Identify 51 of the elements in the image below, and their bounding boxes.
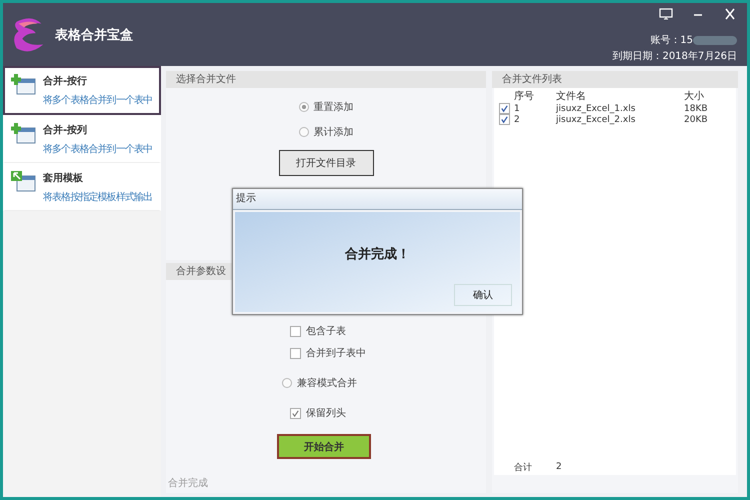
sidebar-item-subtitle: 将表格按指定模板样式输出 xyxy=(43,190,152,204)
checkbox[interactable] xyxy=(290,326,301,336)
table-cell-text: jisuxz_Excel_1.xls xyxy=(556,104,636,114)
expiry-date: 到期日期：2018年7月26日 xyxy=(612,50,737,63)
checkbox-label: 保留列头 xyxy=(306,406,346,420)
sidebar-item[interactable]: 合并-按列 将多个表格合并到一个表中 xyxy=(3,115,161,163)
checkbox[interactable] xyxy=(290,408,301,418)
table-cell-text: 20KB xyxy=(684,114,709,124)
open-folder-button[interactable]: 打开文件目录 xyxy=(278,150,374,176)
section-header: 选择合并文件 xyxy=(166,71,486,88)
start-merge-button[interactable]: 开始合并 xyxy=(277,434,371,459)
table-cell-text: jisuxz_Excel_2.xls xyxy=(556,114,636,124)
checkbox[interactable] xyxy=(498,103,510,114)
sidebar-item-subtitle: 将多个表格合并到一个表中 xyxy=(43,94,152,107)
table-add-icon xyxy=(11,123,37,145)
radio-label: 兼容模式合并 xyxy=(297,376,357,390)
radio-label: 累计添加 xyxy=(314,126,354,139)
section-header: 合并文件列表 xyxy=(492,71,738,88)
dialog-title: 提示 xyxy=(233,189,522,210)
radio-button[interactable] xyxy=(298,127,308,137)
account-label: 账号：15 xyxy=(650,34,693,47)
app-title: 表格合并宝盒 xyxy=(55,26,133,44)
checkbox[interactable] xyxy=(498,114,510,125)
table-add-icon xyxy=(11,74,37,96)
status-text: 合并完成 xyxy=(168,476,208,490)
table-cell-text: 18KB xyxy=(684,104,709,114)
total-count: 2 xyxy=(556,462,563,472)
dialog-message: 合并完成！ xyxy=(345,246,410,263)
table-arrow-icon xyxy=(11,171,37,193)
checkbox-label: 合并到子表中 xyxy=(306,346,366,360)
radio-button[interactable] xyxy=(282,378,292,388)
sidebar-item-title: 合并-按行 xyxy=(43,74,88,88)
radio-label: 重置添加 xyxy=(314,100,354,114)
checkbox-label: 包含子表 xyxy=(306,324,346,338)
sidebar-item-title: 合并-按列 xyxy=(43,123,88,137)
sidebar-item-subtitle: 将多个表格合并到一个表中 xyxy=(43,142,152,156)
confirm-button[interactable]: 确认 xyxy=(454,284,512,306)
table-cell-text: 2 xyxy=(514,114,521,124)
checkbox[interactable] xyxy=(290,348,301,358)
screen-icon[interactable] xyxy=(659,8,673,20)
table-cell-text: 1 xyxy=(514,104,521,114)
column-header: 序号 xyxy=(514,90,535,102)
sidebar-item[interactable]: 套用模板 将表格按指定模板样式输出 xyxy=(3,163,161,211)
sidebar-item[interactable]: 合并-按行 将多个表格合并到一个表中 xyxy=(3,66,161,115)
total-label: 合计 xyxy=(514,462,533,474)
redaction-mark xyxy=(693,36,737,44)
sidebar-item-title: 套用模板 xyxy=(43,172,84,185)
column-header: 大小 xyxy=(684,90,705,102)
column-header: 文件名 xyxy=(556,90,587,102)
close-icon[interactable] xyxy=(723,8,737,20)
radio-button[interactable] xyxy=(298,102,308,112)
